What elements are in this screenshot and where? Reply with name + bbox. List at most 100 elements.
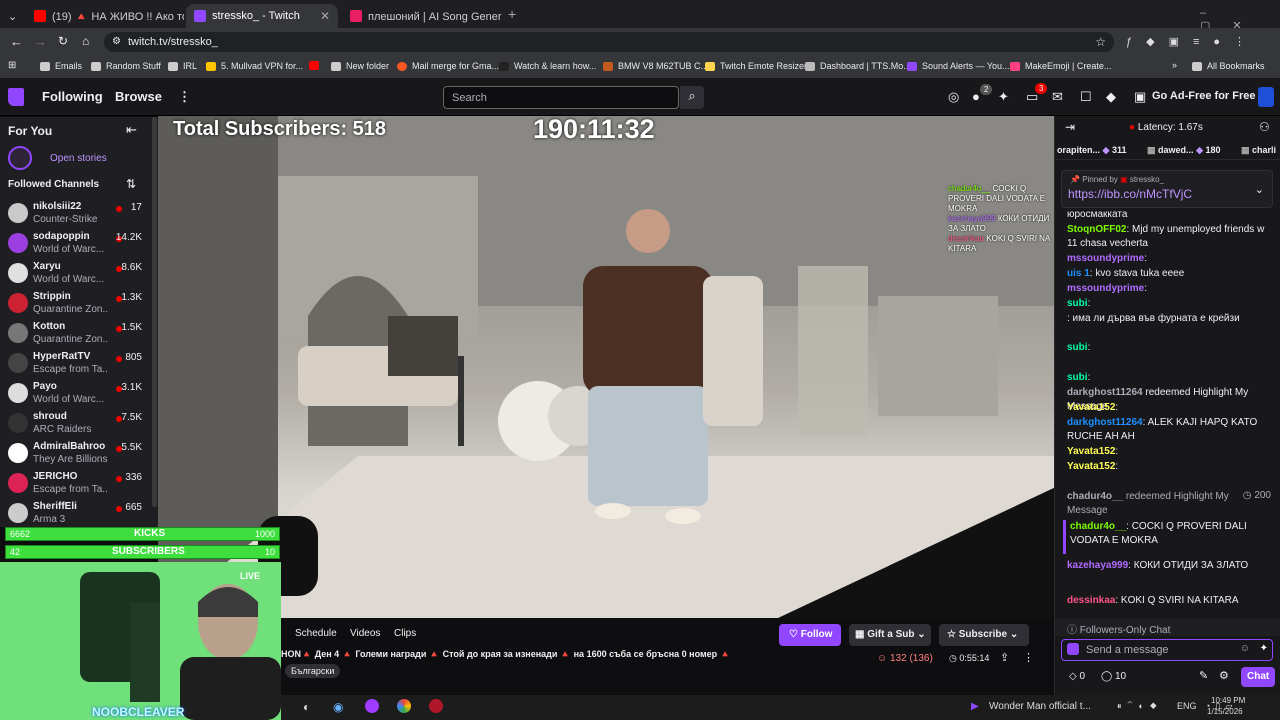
whispers-icon[interactable]: ✉: [1052, 89, 1063, 105]
bookmark-item[interactable]: [309, 61, 324, 70]
chevron-down-icon[interactable]: ⌄: [1255, 183, 1264, 196]
gift-sub-button[interactable]: ▦ Gift a Sub ⌄: [849, 624, 931, 646]
search-input[interactable]: Search: [443, 86, 679, 109]
sidebar-channel-shroud[interactable]: shroud ARC Raiders 7.5K: [0, 409, 158, 439]
rewards-icon[interactable]: ✦: [998, 89, 1009, 105]
bookmark-item[interactable]: Emails: [40, 61, 82, 71]
chat-username[interactable]: subi: [1067, 298, 1088, 309]
bookmark-item[interactable]: Random Stuff: [91, 61, 161, 71]
chat-username[interactable]: uis 1: [1067, 268, 1090, 279]
nav-following[interactable]: Following: [42, 89, 103, 104]
video-player[interactable]: Total Subscribers: 518 190:11:32 chadur4…: [158, 116, 1054, 618]
chat-username[interactable]: subi: [1067, 372, 1088, 383]
sidebar-channel-jericho[interactable]: JERICHO Escape from Ta... 336: [0, 469, 158, 499]
twitch-logo-icon[interactable]: [8, 88, 24, 106]
site-info-icon[interactable]: ⚙: [112, 36, 121, 47]
chat-username[interactable]: kazehaya999: [1067, 560, 1128, 571]
tab-youtube[interactable]: (19) 🔺 НА ЖИВО !! Ако това е ✕: [26, 4, 184, 28]
sort-icon[interactable]: ⇅: [126, 177, 136, 191]
discord-icon[interactable]: [365, 699, 379, 713]
tab-twitch[interactable]: stressko_ - Twitch ✕: [186, 4, 338, 28]
sidebar-channel-nikolsiii22[interactable]: nikolsiii22 Counter-Strike 17: [0, 199, 158, 229]
taskbar-app-icon[interactable]: ◐: [303, 700, 310, 714]
reload-icon[interactable]: ↻: [58, 34, 68, 48]
bookmark-item[interactable]: Dashboard | TTS.Mo...: [805, 61, 911, 71]
emote-picker-icon[interactable]: ✦: [1260, 643, 1268, 654]
collapse-chat-icon[interactable]: ⇥: [1065, 120, 1075, 134]
channel-points[interactable]: ◇ 0: [1069, 671, 1085, 682]
chat-settings-icon[interactable]: ⚙: [1219, 669, 1229, 682]
sidebar-channel-payo[interactable]: Payo World of Warc... 3.1K: [0, 379, 158, 409]
chat-username[interactable]: StoqnOFF02: [1067, 224, 1126, 235]
chat-username[interactable]: mssoundyprime: [1067, 283, 1144, 294]
sidebar-channel-hyperrattv[interactable]: HyperRatTV Escape from Ta... 805: [0, 349, 158, 379]
sidebar-scrollbar[interactable]: [152, 117, 157, 507]
notifications-icon[interactable]: ☐: [1080, 89, 1092, 105]
more-bookmarks-icon[interactable]: »: [1172, 60, 1177, 70]
extension-icons[interactable]: ƒ◆▣≡●⋮: [1126, 35, 1259, 48]
emote-icon[interactable]: ☺: [1240, 643, 1250, 654]
pinned-message[interactable]: 📌 Pinned by ▣ stressko_ https://ibb.co/n…: [1061, 170, 1273, 208]
leaderboard-entry[interactable]: ▦ charli: [1241, 145, 1276, 156]
tab-clips[interactable]: Clips: [394, 628, 416, 639]
sidebar-channel-kotton[interactable]: Kotton Quarantine Zon... 1.5K: [0, 319, 158, 349]
chat-username[interactable]: Yavata152: [1067, 446, 1115, 457]
follow-button[interactable]: ♡ Follow: [779, 624, 841, 646]
chat-username[interactable]: Yavata152: [1067, 402, 1115, 413]
leaderboard-entry[interactable]: ▦ dawed... ◆ 180: [1147, 145, 1221, 156]
search-icon[interactable]: ⌕: [680, 86, 704, 109]
go-ad-free-link[interactable]: Go Ad-Free for Free: [1152, 90, 1256, 102]
bookmark-item[interactable]: Watch & learn how...: [499, 61, 596, 71]
bits-icon[interactable]: ◆: [1106, 89, 1116, 105]
language-tag[interactable]: Български: [285, 664, 341, 678]
sidebar-channel-sodapoppin[interactable]: sodapoppin World of Warc... 14.2K: [0, 229, 158, 259]
tab-ai-song[interactable]: плешоний | AI Song Gener 🔊 ✕: [342, 4, 502, 28]
forward-icon[interactable]: →: [34, 34, 47, 49]
chat-send-button[interactable]: Chat: [1241, 667, 1275, 687]
bookmark-item[interactable]: Sound Alerts — You...: [907, 61, 1010, 71]
tab-list-button[interactable]: ⌄: [4, 4, 22, 28]
url-field[interactable]: ⚙ twitch.tv/stressko_ ☆: [104, 32, 1114, 52]
mod-tools-icon[interactable]: ✎: [1199, 669, 1208, 682]
chat-username[interactable]: chadur4o__: [1070, 521, 1126, 532]
share-icon[interactable]: ⇪: [1000, 651, 1009, 664]
open-stories-link[interactable]: Open stories: [50, 153, 107, 164]
bookmark-item[interactable]: New folder: [331, 61, 389, 71]
sidebar-channel-xaryu[interactable]: Xaryu World of Warc... 8.6K: [0, 259, 158, 289]
pinned-link[interactable]: https://ibb.co/nMcTfVjC: [1068, 187, 1192, 201]
tab-videos[interactable]: Videos: [350, 628, 380, 639]
nav-browse[interactable]: Browse: [115, 89, 162, 104]
more-icon[interactable]: ⋮: [178, 89, 191, 105]
bits-balance[interactable]: ◯ 10: [1101, 671, 1126, 682]
obs-icon[interactable]: [429, 699, 443, 713]
bookmark-item[interactable]: MakeEmoji | Create...: [1010, 61, 1111, 71]
chat-username[interactable]: subi: [1067, 342, 1088, 353]
bookmark-item[interactable]: Mail merge for Gma...: [397, 61, 499, 71]
chrome-icon[interactable]: [397, 699, 411, 713]
chat-username[interactable]: mssoundyprime: [1067, 253, 1144, 264]
bookmark-item[interactable]: 5. Mullvad VPN for...: [206, 61, 303, 71]
home-icon[interactable]: ⌂: [82, 34, 89, 48]
apps-icon[interactable]: ⊞: [8, 60, 16, 71]
chat-username[interactable]: darkghost11264: [1067, 417, 1143, 428]
language-indicator[interactable]: ENG: [1177, 701, 1197, 711]
all-bookmarks[interactable]: All Bookmarks: [1192, 61, 1265, 71]
sidebar-channel-strippin[interactable]: Strippin Quarantine Zon... 1.3K: [0, 289, 158, 319]
now-playing[interactable]: Wonder Man official t...: [989, 701, 1091, 712]
bookmark-star-icon[interactable]: ☆: [1095, 35, 1106, 49]
tab-schedule[interactable]: Schedule: [295, 628, 337, 639]
subscribe-button[interactable]: ☆ Subscribe ⌄: [939, 624, 1029, 646]
collapse-sidebar-icon[interactable]: ⇤: [126, 122, 137, 138]
new-tab-button[interactable]: +: [508, 6, 516, 22]
community-icon[interactable]: ⚇: [1259, 120, 1270, 134]
system-tray-icons[interactable]: ⏸⌃◐◆: [1117, 701, 1163, 712]
leaderboard-entry[interactable]: orapiten... ◆ 311: [1057, 145, 1127, 156]
sidebar-channel-admiralbahroo[interactable]: AdmiralBahroo They Are Billions 5.5K: [0, 439, 158, 469]
bookmark-item[interactable]: BMW V8 M62TUB C...: [603, 61, 708, 71]
bookmark-item[interactable]: Twitch Emote Resizer: [705, 61, 807, 71]
send-message-input[interactable]: Send a message ☺ ✦: [1061, 639, 1273, 661]
chat-username[interactable]: Yavata152: [1067, 461, 1115, 472]
back-icon[interactable]: ←: [10, 34, 23, 49]
drops-icon[interactable]: ●: [972, 89, 980, 104]
user-avatar[interactable]: [1258, 87, 1274, 107]
